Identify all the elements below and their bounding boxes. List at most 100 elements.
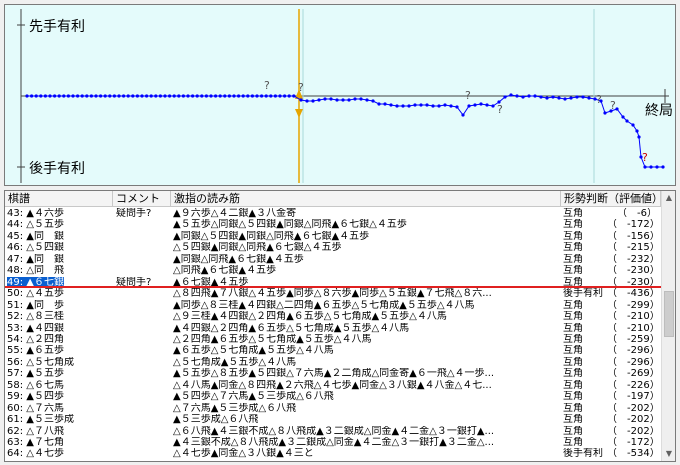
reading-cell: ▲５五歩△同銀△５四銀▲同銀△同飛▲６七銀△４五歩 [173,219,561,230]
eval-cell: （ -232） [607,254,659,265]
comment-cell [116,311,172,322]
evaluation-point [509,93,513,97]
table-row[interactable]: 45: ▲同 銀 ▲同銀△５四銀▲同銀△同飛▲６七銀▲４五歩 互角 （ -156） [5,231,661,242]
table-row[interactable]: 50: △４五歩 △８四飛▲７八銀△４五歩▲同歩△８六歩▲同歩△５五銀▲７七飛△８… [5,288,661,299]
eval-cell: （ -156） [607,231,659,242]
header-reading[interactable]: 激指の読み筋 [171,191,561,207]
reading-cell-text: ▲同銀△５四銀▲同銀△同飛▲６七銀▲４五歩 [173,230,370,242]
table-row[interactable]: 47: ▲同 銀 ▲同銀△同飛▲６七銀▲４五歩 互角 （ -232） [5,254,661,265]
eval-cell: （ -202） [607,426,659,437]
question-marks: ??????? [264,79,648,164]
evaluation-point [76,94,80,98]
reading-cell: ▲同歩△８三桂▲４四銀△二四角▲６五歩△５七角成▲５五歩△４八馬 [173,300,561,311]
evaluation-point [491,104,495,108]
eval-cell: （ -172） [607,437,659,448]
scroll-down-icon[interactable]: ▼ [662,447,675,461]
reading-cell: ▲９六歩△４二銀▲３八金寄 [173,208,561,219]
evaluation-point [292,94,296,98]
evaluation-point [407,104,411,108]
reading-cell: △同飛▲６七銀▲４五歩 [173,265,561,276]
reading-cell-text: △４七歩▲同金△３八銀▲４三と [173,448,314,460]
reading-cell-text: ▲６五歩△５七角成▲５五歩△４八馬 [173,345,334,357]
scroll-thumb[interactable] [664,291,674,337]
evaluation-point [269,94,273,98]
reading-cell-text: ▲４三銀不成△８八飛成▲３二銀成△同金▲４二金△３一銀打▲３二金△... [173,437,495,448]
judgement-cell: 互角 [563,323,607,334]
advantage-black-label: 先手有利 [29,19,85,35]
reading-cell-text: ▲５四歩△７六馬▲５三歩成△６八飛 [173,391,334,403]
table-row[interactable]: 63: ▲７七角 ▲４三銀不成△８八飛成▲３二銀成△同金▲４二金△３一銀打▲３二金… [5,437,661,448]
table-row[interactable]: 61: ▲５三歩成 ▲５三歩成△６八飛 互角 （ -202） [5,414,661,425]
judgement-cell: 互角 [563,414,607,425]
reading-cell: ▲同銀△５四銀▲同銀△同飛▲６七銀▲４五歩 [173,231,561,242]
header-comment[interactable]: コメント [113,191,171,207]
move-cell-text: 53: ▲４四銀 [7,322,64,334]
table-row[interactable]: 43: ▲４六歩 疑問手? ▲９六歩△４二銀▲３八金寄 互角 （ -6） [5,208,661,219]
judgement-cell: 互角 [563,219,607,230]
scroll-up-icon[interactable]: ▲ [662,191,675,205]
eval-cell-text: （ -202） [607,414,659,426]
question-mark-icon: ? [596,93,602,106]
evaluation-point [154,94,158,98]
table-row[interactable]: 64: △４七歩 △４七歩▲同金△３八銀▲４三と 後手有利 （ -534） [5,448,661,459]
evaluation-graph[interactable]: ??????? 先手有利 後手有利 終局 [4,4,676,186]
table-row[interactable]: 52: △８三桂 △９三桂▲４四銀△２四角▲６五歩△５七角成▲５五歩△４八馬 互角 （… [5,311,661,322]
table-row[interactable]: 56: △５七角成 △５七角成▲５五歩△４八馬 互角 （ -296） [5,357,661,368]
eval-cell: （ -210） [607,323,659,334]
evaluation-point [103,94,107,98]
move-cell: 56: △５七角成 [7,357,110,368]
table-row[interactable]: 55: ▲６五歩 ▲６五歩△５七角成▲５五歩△４八馬 互角 （ -296） [5,345,661,356]
table-row[interactable]: 62: △７八飛 △６八飛▲４三銀不成△８八飛成▲３二銀成△同金▲４二金△３一銀打… [5,426,661,437]
evaluation-point [85,94,89,98]
table-row[interactable]: 44: △５五歩 ▲５五歩△同銀△５四銀▲同銀△同飛▲６七銀△４五歩 互角 （ -17… [5,219,661,230]
eval-cell-text: （ -232） [607,253,659,265]
comment-cell [116,448,172,459]
move-cell: 47: ▲同 銀 [7,254,110,265]
evaluation-point [587,96,591,100]
judgement-cell: 互角 [563,300,607,311]
reading-cell-text: △７六馬▲５三歩成△６八飛 [173,402,297,414]
evaluation-point [94,94,98,98]
vertical-scrollbar[interactable]: ▲ ▼ [661,191,675,461]
header-judgement[interactable]: 形勢判断（評価値） [561,191,661,207]
eval-cell-text: （ -269） [607,368,659,380]
comment-cell [116,403,172,414]
evaluation-graph-canvas[interactable]: ??????? [5,5,676,186]
table-row[interactable]: 48: △同 飛 △同飛▲６七銀▲４五歩 互角 （ -230） [5,265,661,276]
evaluation-point [545,96,549,100]
reading-cell: △７六馬▲５三歩成△６八飛 [173,403,561,414]
evaluation-point [195,94,199,98]
eval-cell-text: （ -156） [607,230,659,242]
evaluation-line [27,94,663,168]
table-row[interactable]: 60: △７六馬 △７六馬▲５三歩成△６八飛 互角 （ -202） [5,403,661,414]
eval-cell: （ -534） [607,448,659,459]
evaluation-point [461,113,465,117]
evaluation-point [62,94,66,98]
judgement-cell-text: 互角 [563,379,583,391]
header-move[interactable]: 棋譜 [5,191,113,207]
judgement-cell: 互角 [563,265,607,276]
table-row[interactable]: 58: △６七馬 △４八馬▲同金△８四飛▲２六飛△４七歩▲同金△３八銀▲４八金△４… [5,380,661,391]
move-cell-text: 47: ▲同 銀 [7,253,64,265]
eval-cell: （ -230） [607,265,659,276]
eval-cell-text: （ -534） [607,448,659,460]
reading-cell-text: △５四銀▲同銀△同飛▲６七銀△４五歩 [173,242,342,254]
move-cell: 62: △７八飛 [7,426,110,437]
eval-cell-text: （ -436） [607,288,659,300]
table-row[interactable]: 51: ▲同 歩 ▲同歩△８三桂▲４四銀△二四角▲６五歩△５七角成▲５五歩△４八馬… [5,300,661,311]
judgement-cell-text: 互角 [563,414,583,426]
question-mark-icon: ? [465,89,471,102]
table-row[interactable]: 53: ▲４四銀 ▲４四銀△２四角▲６五歩△５七角成▲５五歩△４八馬 互角 （ -21… [5,323,661,334]
kifu-table[interactable]: 棋譜 コメント 激指の読み筋 形勢判断（評価値） 43: ▲４六歩 疑問手? ▲９六… [4,190,676,462]
table-row[interactable]: 54: △２四角 △２四角▲６五歩△５七角成▲５五歩△４八馬 互角 （ -259） [5,334,661,345]
move-cell: 64: △４七歩 [7,448,110,459]
eval-cell: （ -202） [607,414,659,425]
move-cell-text: 52: △８三桂 [7,311,64,323]
evaluation-point [347,98,351,102]
table-row[interactable]: 46: △５四銀 △５四銀▲同銀△同飛▲６七銀△４五歩 互角 （ -215） [5,242,661,253]
table-row[interactable]: 57: ▲５五歩 ▲５五歩△８五歩▲５四銀△７六馬▲２二角成△同金寄▲６一飛△４一… [5,368,661,379]
evaluation-point [200,94,204,98]
judgement-cell-text: 互角 [563,368,583,380]
evaluation-point [473,103,477,107]
table-row[interactable]: 59: ▲５四歩 ▲５四歩△７六馬▲５三歩成△６八飛 互角 （ -197） [5,391,661,402]
